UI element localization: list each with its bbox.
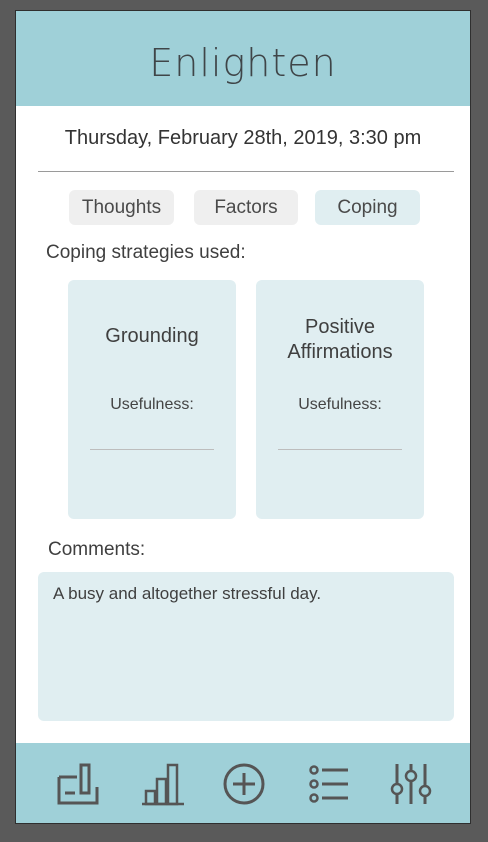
usefulness-label: Usefulness: xyxy=(298,396,382,413)
usefulness-rating-field[interactable] xyxy=(90,449,214,450)
usefulness-rating-field[interactable] xyxy=(278,449,402,450)
comments-textarea[interactable]: A busy and altogether stressful day. xyxy=(38,572,454,721)
nav-list-button[interactable] xyxy=(304,759,354,809)
list-icon xyxy=(309,765,348,803)
tab-factors[interactable]: Factors xyxy=(194,190,298,225)
coping-card-title-line1: Positive xyxy=(304,316,376,338)
app-header: Enlighten xyxy=(16,11,470,106)
nav-add-button[interactable] xyxy=(219,759,269,809)
bar-chart-icon xyxy=(142,763,184,806)
phone-screen: Enlighten Thursday, February 28th, 2019,… xyxy=(15,10,471,824)
coping-card-title: Grounding xyxy=(105,325,199,347)
nav-journal-button[interactable] xyxy=(53,759,103,809)
journal-entry-icon xyxy=(57,763,99,805)
tab-coping[interactable]: Coping xyxy=(315,190,420,225)
usefulness-label: Usefulness: xyxy=(110,396,194,413)
tab-thoughts[interactable]: Thoughts xyxy=(69,190,174,225)
coping-section-label: Coping strategies used: xyxy=(46,242,246,263)
entry-datetime: Thursday, February 28th, 2019, 3:30 pm xyxy=(64,127,422,149)
coping-card-title-line2: Affirmations xyxy=(287,341,393,363)
nav-stats-button[interactable] xyxy=(138,759,188,809)
bottom-nav-bar xyxy=(16,743,470,823)
add-circle-icon xyxy=(223,763,265,805)
divider xyxy=(38,171,454,172)
coping-card-positive-affirmations[interactable]: Positive Affirmations Usefulness: xyxy=(256,280,424,519)
nav-settings-button[interactable] xyxy=(386,759,436,809)
app-title: Enlighten xyxy=(149,40,337,85)
coping-card-grounding[interactable]: Grounding Usefulness: xyxy=(68,280,236,519)
sliders-icon xyxy=(390,764,432,804)
comments-label: Comments: xyxy=(48,539,146,560)
